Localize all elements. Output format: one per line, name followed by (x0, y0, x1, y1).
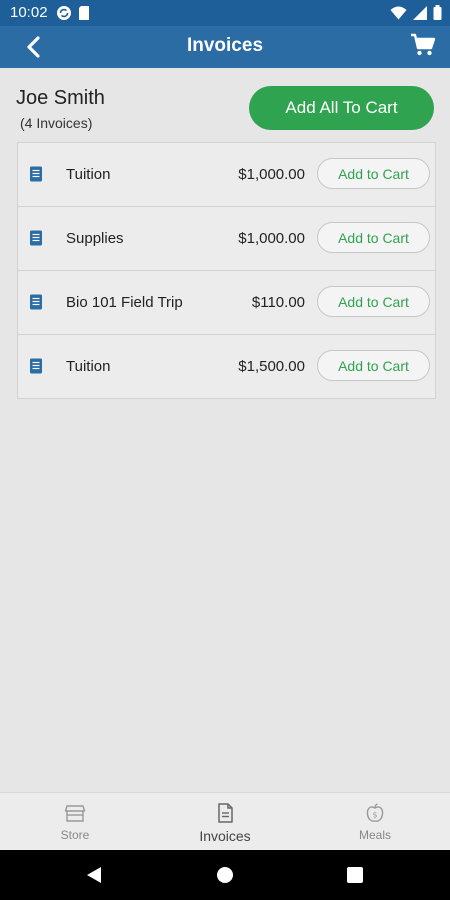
invoice-row: Bio 101 Field Trip $110.00 Add to Cart (18, 271, 435, 335)
add-to-cart-button[interactable]: Add to Cart (317, 222, 430, 253)
battery-icon (433, 5, 442, 20)
nav-item-invoices[interactable]: Invoices (150, 793, 300, 851)
invoice-amount: $1,000.00 (238, 166, 305, 183)
invoice-icon (218, 803, 233, 823)
nav-item-meals[interactable]: $ Meals (300, 793, 450, 851)
invoice-label: Tuition (66, 166, 111, 183)
nav-label-store: Store (60, 828, 90, 842)
system-nav-bar (0, 850, 450, 900)
invoice-document-icon (30, 166, 42, 182)
invoice-document-icon (30, 294, 42, 310)
system-home-icon[interactable] (217, 867, 233, 883)
page-title: Invoices (186, 35, 264, 56)
customer-name: Joe Smith (16, 87, 105, 109)
add-all-to-cart-button[interactable]: Add All To Cart (249, 86, 434, 130)
invoice-label: Tuition (66, 358, 111, 375)
nav-label-meals: Meals (358, 828, 391, 842)
nav-item-store[interactable]: Store (0, 793, 150, 851)
invoice-row: Tuition $1,500.00 Add to Cart (18, 335, 435, 398)
svg-text:$: $ (373, 811, 378, 820)
wifi-icon (390, 6, 407, 19)
invoice-count: (4 Invoices) (20, 115, 93, 131)
add-to-cart-button[interactable]: Add to Cart (317, 158, 430, 189)
invoice-list: Tuition $1,000.00 Add to Cart Supplies $… (17, 142, 436, 399)
sim-card-icon (79, 6, 89, 20)
status-bar: 10:02 (0, 0, 450, 26)
invoice-amount: $1,500.00 (238, 358, 305, 375)
store-icon (64, 805, 86, 822)
status-time: 10:02 (10, 4, 48, 21)
add-to-cart-button[interactable]: Add to Cart (317, 286, 430, 317)
invoice-document-icon (30, 230, 42, 246)
invoice-label: Supplies (66, 230, 124, 247)
sync-icon (57, 6, 71, 20)
invoice-amount: $1,000.00 (238, 230, 305, 247)
cart-icon (411, 33, 436, 56)
invoice-row: Tuition $1,000.00 Add to Cart (18, 143, 435, 207)
add-to-cart-button[interactable]: Add to Cart (317, 350, 430, 381)
invoice-label: Bio 101 Field Trip (66, 294, 183, 311)
system-recents-icon[interactable] (347, 867, 363, 883)
cart-button[interactable] (410, 33, 438, 59)
nav-label-invoices: Invoices (199, 828, 251, 844)
app-bar: Invoices (0, 26, 450, 68)
meals-icon: $ (366, 803, 384, 822)
invoice-row: Supplies $1,000.00 Add to Cart (18, 207, 435, 271)
invoice-amount: $110.00 (251, 294, 305, 311)
system-back-icon[interactable] (86, 866, 102, 884)
invoice-document-icon (30, 358, 42, 374)
signal-icon (413, 5, 427, 20)
bottom-nav: Store Invoices $ Meals (0, 792, 450, 851)
